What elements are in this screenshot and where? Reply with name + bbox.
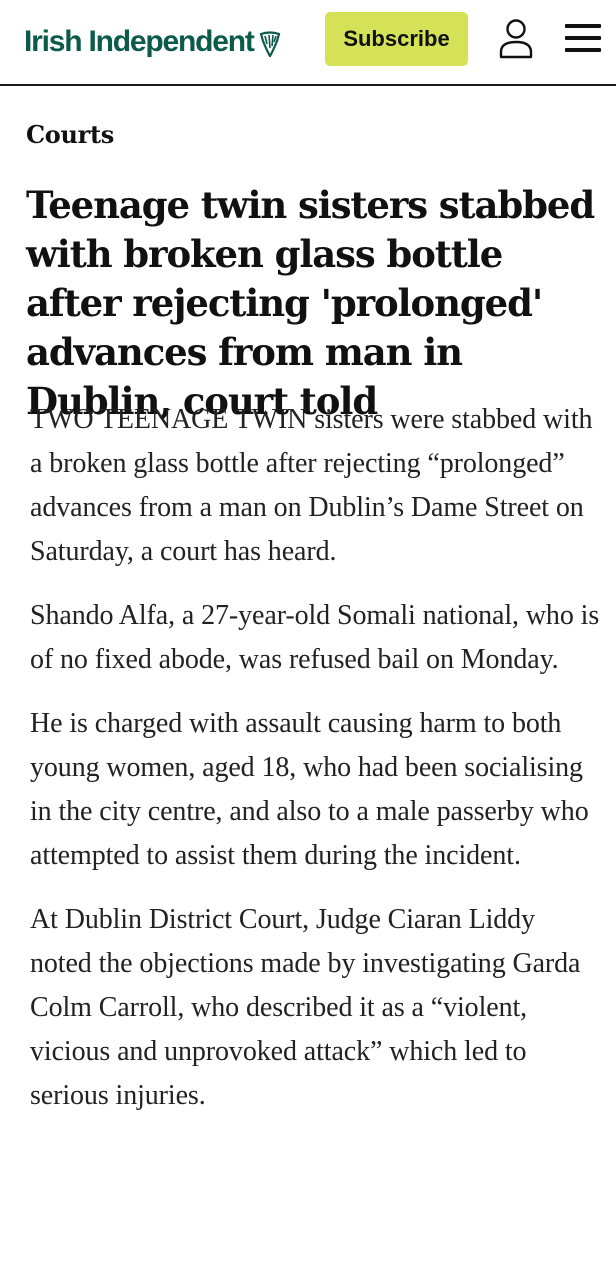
article-body: TWO TEENAGE TWIN sisters were stabbed wi… <box>30 398 600 1138</box>
article-headline: Teenage twin sisters stabbed with broken… <box>26 183 595 423</box>
article-paragraph: At Dublin District Court, Judge Ciaran L… <box>30 904 581 1111</box>
section-link-courts[interactable]: Courts <box>26 117 114 153</box>
account-icon[interactable] <box>498 18 534 60</box>
subscribe-button[interactable]: Subscribe <box>325 12 468 66</box>
harp-icon <box>259 31 280 57</box>
hamburger-menu-icon[interactable] <box>564 20 602 56</box>
article-paragraph: He is charged with assault causing harm … <box>30 708 589 871</box>
site-header: Irish Independent Subscribe <box>0 0 616 86</box>
brand-name: Irish Independent <box>24 25 255 58</box>
article-paragraph: Shando Alfa, a 27-year-old Somali nation… <box>30 600 600 675</box>
site-logo[interactable]: Irish Independent <box>24 22 281 62</box>
article-paragraph: TWO TEENAGE TWIN sisters were stabbed wi… <box>30 404 593 567</box>
